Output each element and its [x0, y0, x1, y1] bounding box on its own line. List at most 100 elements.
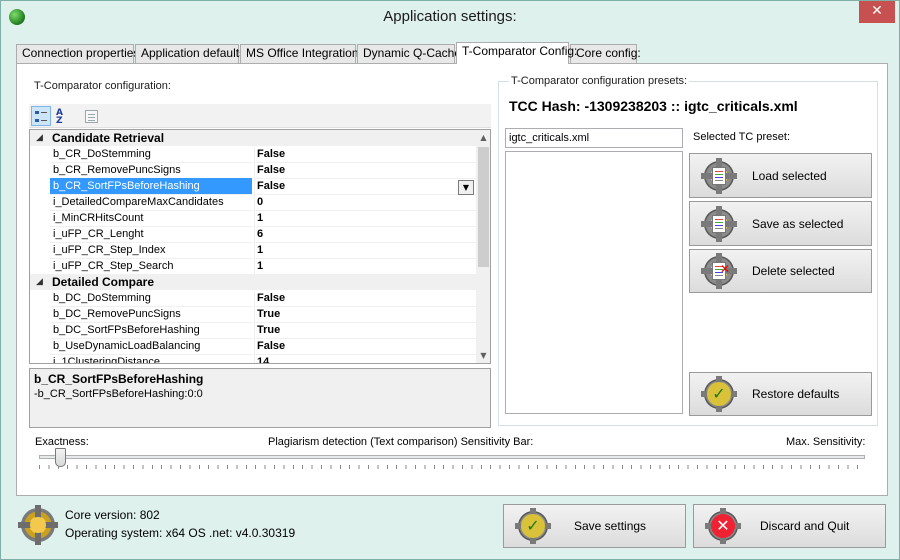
- category-row[interactable]: ◢ Candidate Retrieval: [30, 130, 476, 146]
- property-value[interactable]: 6: [254, 226, 476, 243]
- collapse-icon[interactable]: ◢: [36, 130, 43, 146]
- property-row[interactable]: b_CR_DoStemming False: [30, 146, 476, 163]
- property-row[interactable]: i_uFP_CR_Step_Search 1: [30, 258, 476, 275]
- categorized-button[interactable]: [31, 106, 51, 126]
- max-sensitivity-label: Max. Sensitivity:: [786, 436, 866, 448]
- save-as-selected-button[interactable]: Save as selected: [689, 201, 872, 246]
- delete-selected-button[interactable]: ✕ Delete selected: [689, 249, 872, 293]
- property-row[interactable]: b_DC_SortFPsBeforeHashing True: [30, 322, 476, 339]
- presets-group-label: T-Comparator configuration presets:: [509, 75, 690, 87]
- property-value[interactable]: True: [254, 322, 476, 339]
- property-row[interactable]: i_uFP_CR_Lenght 6: [30, 226, 476, 243]
- alphabetical-sort-icon: A Z: [56, 108, 63, 126]
- property-name: b_CR_DoStemming: [50, 146, 252, 163]
- property-value[interactable]: False: [254, 162, 476, 179]
- title-bar[interactable]: Application settings: ✕: [1, 1, 899, 33]
- property-row-selected[interactable]: b_CR_SortFPsBeforeHashing False: [30, 178, 476, 195]
- tab-application-defaults[interactable]: Application defaults:: [135, 44, 248, 63]
- property-name: i_MinCRHitsCount: [50, 210, 252, 227]
- category-row[interactable]: ◢ Detailed Compare: [30, 274, 476, 290]
- property-value[interactable]: 1: [254, 258, 476, 275]
- tab-connection-properties[interactable]: Connection properties:: [16, 44, 143, 63]
- scroll-up-icon[interactable]: ▲: [476, 130, 490, 145]
- tab-ms-office-integration[interactable]: MS Office Integration:: [240, 44, 362, 63]
- tab-dynamic-q-cache[interactable]: Dynamic Q-Cache:: [357, 44, 464, 63]
- property-name: b_CR_SortFPsBeforeHashing: [50, 178, 252, 195]
- property-name: i_1ClusteringDistance: [50, 354, 252, 363]
- window-title: Application settings:: [383, 8, 517, 25]
- core-gear-icon: [18, 505, 58, 545]
- category-name: Detailed Compare: [52, 275, 155, 289]
- settings-window: Application settings: ✕ Connection prope…: [0, 0, 900, 560]
- property-value[interactable]: True: [254, 306, 476, 323]
- load-selected-label: Load selected: [752, 168, 827, 183]
- property-row[interactable]: b_DC_DoStemming False: [30, 290, 476, 307]
- description-text: -b_CR_SortFPsBeforeHashing:0:0: [34, 388, 203, 400]
- property-value[interactable]: False: [254, 338, 476, 355]
- load-selected-button[interactable]: Load selected: [689, 153, 872, 198]
- discard-quit-icon: ✕: [705, 508, 741, 544]
- restore-defaults-button[interactable]: ✓ Restore defaults: [689, 372, 872, 416]
- preset-name-input[interactable]: igtc_criticals.xml: [505, 128, 683, 148]
- load-preset-icon: [701, 157, 737, 194]
- property-row[interactable]: i_uFP_CR_Step_Index 1: [30, 242, 476, 259]
- discard-and-quit-button[interactable]: ✕ Discard and Quit: [693, 504, 886, 548]
- restore-defaults-icon: ✓: [701, 376, 737, 412]
- tab-t-comparator-config[interactable]: T-Comparator Config:: [456, 42, 577, 64]
- property-grid[interactable]: ◢ Candidate Retrieval b_CR_DoStemming Fal…: [29, 129, 491, 364]
- property-row[interactable]: i_DetailedCompareMaxCandidates 0: [30, 194, 476, 211]
- value-dropdown-button[interactable]: ▼: [458, 180, 474, 195]
- property-name: b_DC_RemovePuncSigns: [50, 306, 252, 323]
- property-value[interactable]: False: [254, 178, 476, 195]
- property-value[interactable]: False: [254, 146, 476, 163]
- property-row[interactable]: b_CR_RemovePuncSigns False: [30, 162, 476, 179]
- scroll-thumb[interactable]: [478, 147, 489, 267]
- exactness-label: Exactness:: [35, 436, 89, 448]
- property-grid-toolbar: A Z: [29, 104, 491, 128]
- property-value[interactable]: 1: [254, 210, 476, 227]
- delete-preset-icon: ✕: [701, 253, 737, 289]
- property-name: i_uFP_CR_Step_Index: [50, 242, 252, 259]
- sensitivity-slider-track[interactable]: [39, 455, 865, 459]
- grid-scrollbar[interactable]: ▲ ▼: [476, 130, 490, 363]
- property-name: b_DC_SortFPsBeforeHashing: [50, 322, 252, 339]
- collapse-icon[interactable]: ◢: [36, 274, 43, 290]
- property-pages-button[interactable]: [81, 106, 101, 126]
- property-row[interactable]: b_DC_RemovePuncSigns True: [30, 306, 476, 323]
- scroll-down-icon[interactable]: ▼: [476, 348, 490, 363]
- operating-system-text: Operating system: x64 OS .net: v4.0.3031…: [65, 526, 296, 540]
- categorized-icon: [35, 111, 47, 122]
- save-settings-label: Save settings: [574, 519, 647, 533]
- property-value[interactable]: 14: [254, 354, 476, 363]
- description-title: b_CR_SortFPsBeforeHashing: [34, 372, 204, 386]
- property-name: b_CR_RemovePuncSigns: [50, 162, 252, 179]
- sensitivity-bar-label: Plagiarism detection (Text comparison) S…: [268, 436, 534, 448]
- preset-list[interactable]: [505, 151, 683, 414]
- property-value[interactable]: 1: [254, 242, 476, 259]
- close-button[interactable]: ✕: [859, 1, 895, 23]
- discard-and-quit-label: Discard and Quit: [760, 519, 850, 533]
- property-description-panel: b_CR_SortFPsBeforeHashing -b_CR_SortFPsB…: [29, 368, 491, 428]
- save-settings-button[interactable]: ✓ Save settings: [503, 504, 686, 548]
- save-as-selected-label: Save as selected: [752, 216, 844, 231]
- tcc-hash-text: TCC Hash: -1309238203 :: igtc_criticals.…: [509, 98, 798, 114]
- property-row[interactable]: i_1ClusteringDistance 14: [30, 354, 476, 363]
- property-row[interactable]: i_MinCRHitsCount 1: [30, 210, 476, 227]
- property-value[interactable]: False: [254, 290, 476, 307]
- property-name: b_DC_DoStemming: [50, 290, 252, 307]
- sensitivity-slider-thumb[interactable]: [55, 448, 67, 467]
- delete-selected-label: Delete selected: [752, 264, 835, 278]
- property-pages-icon: [85, 110, 98, 123]
- alphabetical-button[interactable]: A Z: [53, 106, 73, 126]
- property-row[interactable]: b_UseDynamicLoadBalancing False: [30, 338, 476, 355]
- property-value[interactable]: 0: [254, 194, 476, 211]
- selected-preset-label: Selected TC preset:: [693, 131, 791, 143]
- property-name: b_UseDynamicLoadBalancing: [50, 338, 252, 355]
- save-preset-icon: [701, 205, 737, 242]
- restore-defaults-label: Restore defaults: [752, 387, 840, 401]
- category-name: Candidate Retrieval: [52, 131, 165, 145]
- tab-core-config[interactable]: Core config:: [570, 44, 641, 63]
- property-name: i_uFP_CR_Lenght: [50, 226, 252, 243]
- save-settings-icon: ✓: [515, 508, 551, 544]
- sensitivity-slider-ticks: [39, 465, 865, 469]
